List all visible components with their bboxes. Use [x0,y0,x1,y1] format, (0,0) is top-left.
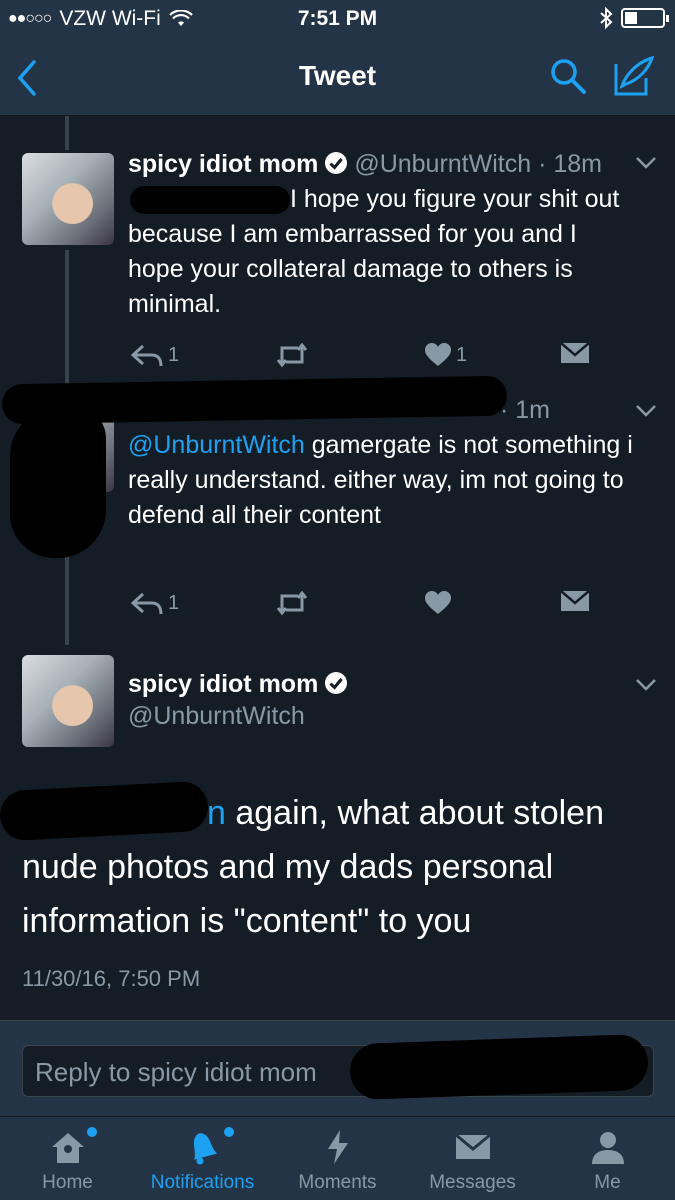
reply-count: 1 [168,591,180,614]
redaction [349,1033,649,1101]
retweet-button[interactable] [274,342,310,368]
tweet-text: @UnburntWitch gamergate is not something… [128,431,633,529]
envelope-icon [560,590,590,611]
reply-icon [130,344,163,367]
clock: 7:51 PM [297,7,378,30]
reply-button[interactable]: 1 [130,590,179,616]
heart-icon [425,591,451,614]
tweet-header: spicy idiot mom [128,670,354,699]
tab-me[interactable]: Me [540,1117,675,1200]
reply-icon [130,592,163,615]
tab-home[interactable]: Home [0,1117,135,1200]
tab-moments[interactable]: Moments [270,1117,405,1200]
handle[interactable]: @UnburntWitch [128,702,305,730]
display-name[interactable]: spicy idiot mom [128,150,318,178]
tweet-actions: 1 1 [130,342,600,372]
like-count: 1 [456,343,468,366]
heart-icon [425,343,451,366]
compose-icon[interactable] [612,54,656,98]
person-icon [591,1132,624,1164]
message-button[interactable] [560,590,590,612]
envelope-icon [454,1133,491,1159]
tab-label: Notifications [150,1172,255,1193]
tab-label: Me [594,1172,621,1193]
retweet-button[interactable] [274,590,310,616]
verified-icon [325,152,348,174]
redaction [130,186,290,214]
message-button[interactable] [560,342,590,364]
reply-composer: Reply to spicy idiot mom [0,1020,675,1116]
tweet-actions: 1 [130,590,600,620]
reply-button[interactable]: 1 [130,342,179,368]
tweet-date: 11/30/16, 7:50 PM [22,966,201,991]
search-icon[interactable] [548,56,588,96]
avatar[interactable] [22,655,114,747]
tab-messages[interactable]: Messages [405,1117,540,1200]
tab-notifications[interactable]: Notifications [135,1117,270,1200]
envelope-icon [560,342,590,363]
like-button[interactable] [424,590,452,616]
tweet-time: · 1m [500,396,550,424]
tab-label: Messages [429,1172,516,1193]
retweet-icon [276,590,308,616]
handle-line: @UnburntWitch [128,702,305,731]
like-button[interactable]: 1 [424,342,467,368]
reply-placeholder: Reply to spicy idiot mom [35,1057,317,1087]
chevron-down-icon[interactable] [635,678,657,692]
tab-label: Moments [298,1172,377,1193]
lightning-icon [327,1130,348,1164]
retweet-icon [276,342,308,368]
unread-dot [87,1127,97,1137]
tweet-header: spicy idiot mom @UnburntWitch · 18m [128,150,602,179]
chevron-down-icon[interactable] [635,404,657,418]
bell-icon [193,1133,217,1165]
tweet-time: · 18m [538,150,602,178]
display-name[interactable]: spicy idiot mom [128,670,318,698]
navigation-bar: Tweet [0,40,675,116]
avatar[interactable] [22,153,114,245]
status-bar: ●●○○○ VZW Wi-Fi 7:51 PM [0,0,675,40]
bluetooth-icon [600,6,613,30]
unread-dot [224,1127,234,1137]
tab-bar: Home Notifications Moments Messages Me [0,1116,675,1200]
reply-count: 1 [168,343,180,366]
thread-line [65,116,69,150]
mention-link[interactable]: n [207,794,226,832]
home-icon [51,1133,84,1163]
tab-label: Home [42,1172,93,1193]
verified-icon [325,672,348,694]
handle[interactable]: @UnburntWitch [354,150,531,178]
mention-link[interactable]: @UnburntWitch [128,431,305,459]
tweet-header: · 1m [500,396,550,425]
chevron-down-icon[interactable] [635,156,657,170]
redaction [10,408,106,558]
battery-icon [621,8,669,28]
